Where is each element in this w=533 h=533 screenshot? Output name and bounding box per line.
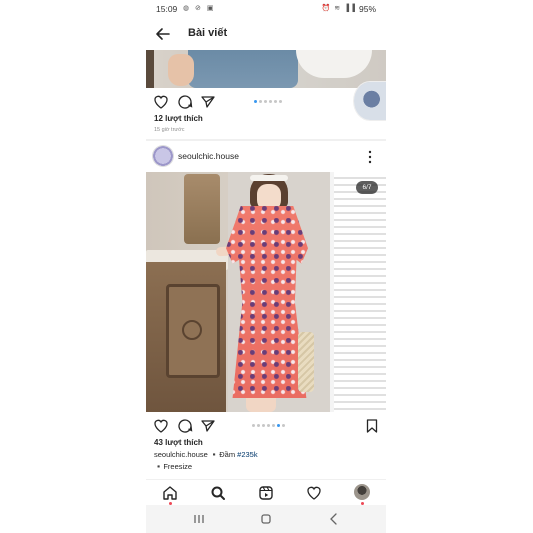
carousel-dot <box>252 424 255 427</box>
photo-shutter <box>330 172 386 412</box>
like-heart-icon[interactable] <box>153 418 169 434</box>
comment-icon[interactable] <box>177 418 193 434</box>
status-bar: 15:09 ◍ ⊘ ▣ ⏰ ≋ ▐▐ 95% <box>146 0 386 18</box>
caption-hashtag[interactable]: #235k <box>237 450 257 459</box>
phone-screen: 15:09 ◍ ⊘ ▣ ⏰ ≋ ▐▐ 95% Bài viết 12 lượt … <box>146 0 386 533</box>
bottom-navigation <box>146 479 386 506</box>
carousel-dot <box>274 100 277 103</box>
carousel-dot <box>262 424 265 427</box>
home-button-icon[interactable] <box>257 511 275 527</box>
cabinet-carving <box>182 320 202 340</box>
page-title: Bài viết <box>188 27 228 39</box>
caption-text: ▪️Đầm <box>209 450 236 459</box>
home-icon[interactable] <box>162 485 178 501</box>
share-send-icon[interactable] <box>200 418 216 434</box>
bookmark-icon[interactable] <box>364 418 380 434</box>
app-header: Bài viết <box>146 20 386 48</box>
post-caption: seoulchic.house ▪️Đầm #235k <box>154 450 258 459</box>
carousel-dot <box>269 100 272 103</box>
previous-post-image[interactable] <box>146 50 386 88</box>
reels-icon[interactable] <box>258 485 274 501</box>
carousel-dot <box>267 424 270 427</box>
image-counter: 6/7 <box>356 181 378 194</box>
floating-avatar[interactable] <box>354 82 386 120</box>
carousel-dot <box>279 100 282 103</box>
hand-detail <box>168 54 194 86</box>
carousel-dot <box>272 424 275 427</box>
carousel-dot-active <box>254 100 257 103</box>
carousel-dot-active <box>277 424 280 427</box>
notification-icons: ◍ ⊘ ▣ <box>183 5 216 12</box>
back-icon[interactable] <box>325 511 343 527</box>
photo-cabinet <box>146 262 226 412</box>
share-send-icon[interactable] <box>200 94 216 110</box>
heart-icon[interactable] <box>306 485 322 501</box>
profile-avatar[interactable] <box>354 484 370 500</box>
carousel-dot <box>264 100 267 103</box>
more-options-icon[interactable] <box>368 150 372 164</box>
jeans-detail <box>188 50 298 88</box>
caption-username[interactable]: seoulchic.house <box>154 450 208 459</box>
photo-lamp <box>184 174 220 244</box>
comment-icon[interactable] <box>177 94 193 110</box>
recents-icon[interactable] <box>190 511 208 527</box>
table-detail <box>296 50 372 78</box>
android-nav-bar <box>146 505 386 533</box>
image-shadow <box>146 50 154 88</box>
caption-line-2: ▪️Freesize <box>154 462 193 471</box>
carousel-dots <box>246 100 286 104</box>
status-time: 15:09 <box>156 4 178 14</box>
post-divider <box>146 139 386 141</box>
post-username[interactable]: seoulchic.house <box>178 151 239 161</box>
prev-post-likes[interactable]: 12 lượt thích <box>154 114 203 123</box>
woven-bag <box>298 332 314 392</box>
carousel-dots <box>246 424 286 428</box>
prev-post-time: 15 giờ trước <box>154 127 185 133</box>
like-heart-icon[interactable] <box>153 94 169 110</box>
carousel-dot <box>259 100 262 103</box>
post-likes[interactable]: 43 lượt thích <box>154 438 203 447</box>
arrow-left-icon[interactable] <box>154 25 172 43</box>
signal-icons: ⏰ ≋ ▐▐ <box>321 5 356 12</box>
post-photo[interactable]: 6/7 <box>146 172 386 412</box>
battery-level: 95% <box>358 4 376 14</box>
carousel-dot <box>282 424 285 427</box>
post-user-avatar[interactable] <box>153 146 173 166</box>
model-headband <box>250 175 288 181</box>
prev-post-actions <box>146 92 386 112</box>
post-actions <box>146 416 386 436</box>
carousel-dot <box>257 424 260 427</box>
search-icon[interactable] <box>210 485 226 501</box>
